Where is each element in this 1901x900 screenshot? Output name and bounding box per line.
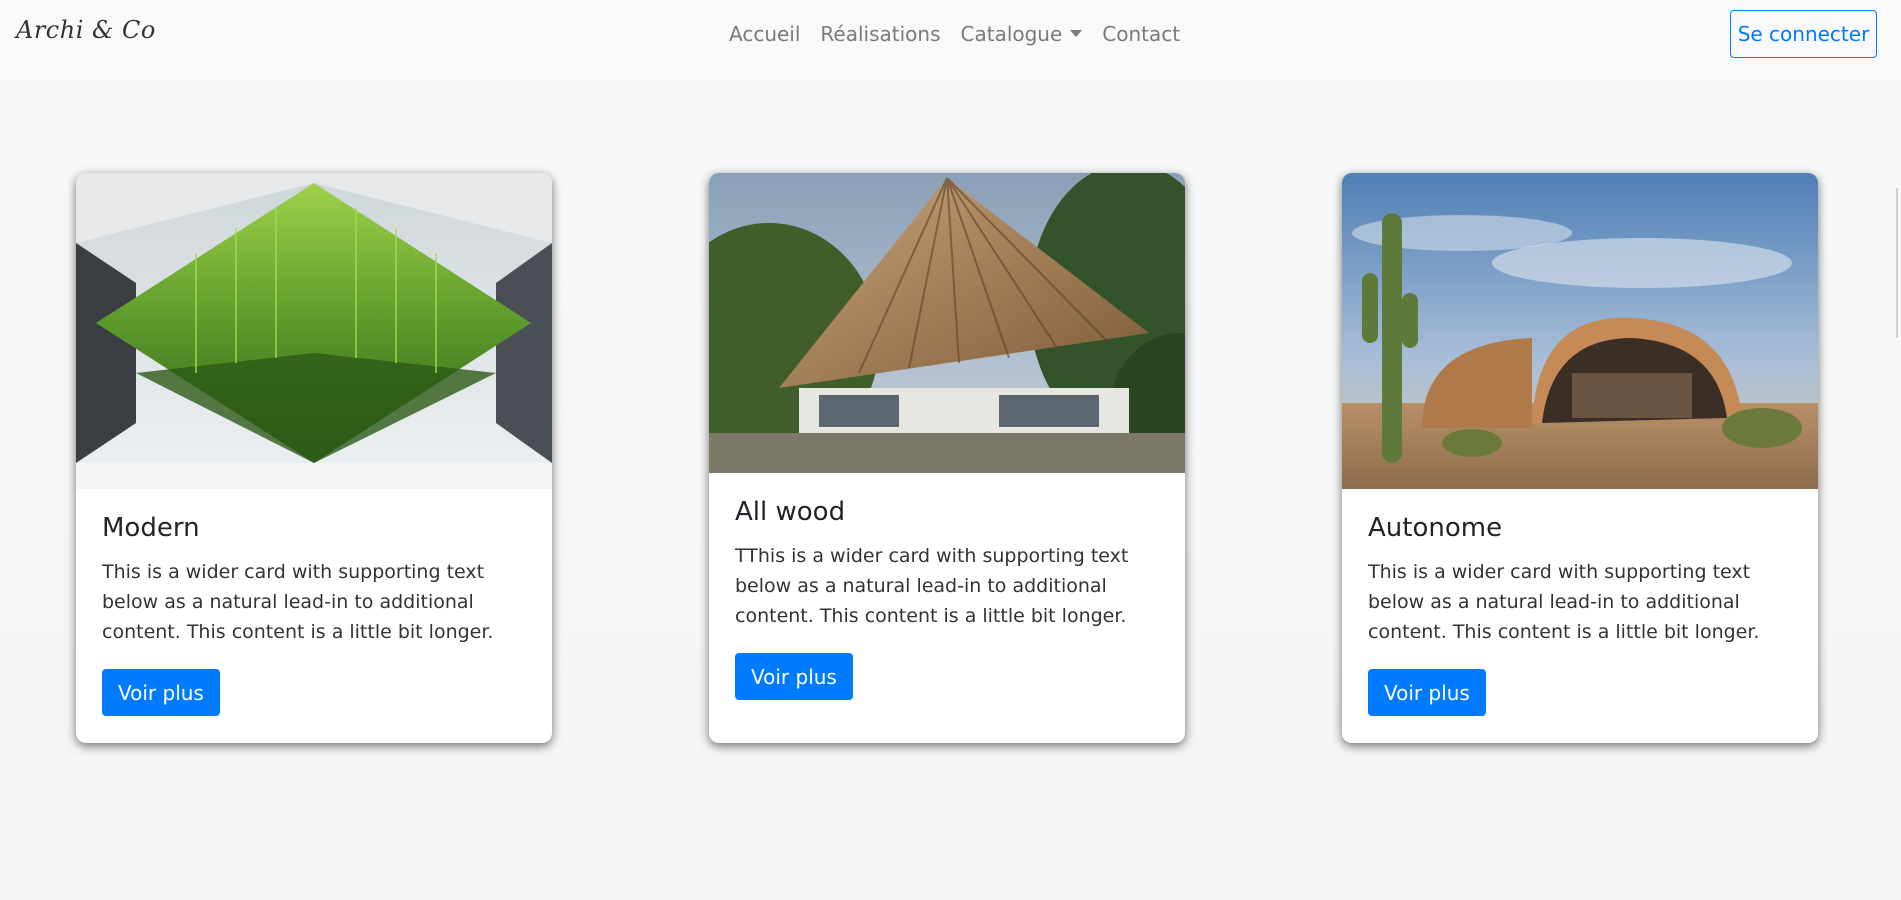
green-hanging-garden-photo	[76, 173, 552, 489]
card-body: Autonome This is a wider card with suppo…	[1342, 489, 1818, 740]
card-text: TThis is a wider card with supporting te…	[735, 545, 1129, 627]
nav-links: Accueil Réalisations Catalogue Contact	[729, 22, 1180, 46]
card-all-wood: All wood TThis is a wider card with supp…	[709, 173, 1185, 743]
navbar: Archi & Co Accueil Réalisations Catalogu…	[0, 0, 1901, 70]
card-title: Autonome	[1368, 513, 1503, 543]
voir-plus-button[interactable]: Voir plus	[102, 669, 220, 716]
desert-dome-house-photo	[1342, 173, 1818, 489]
caret-down-icon	[1070, 30, 1083, 37]
voir-plus-button[interactable]: Voir plus	[1368, 669, 1486, 716]
wooden-triangular-house-photo	[709, 173, 1185, 473]
nav-link-contact[interactable]: Contact	[1102, 22, 1180, 46]
login-button[interactable]: Se connecter	[1730, 10, 1877, 58]
card-modern: Modern This is a wider card with support…	[76, 173, 552, 743]
card-body: Modern This is a wider card with support…	[76, 489, 552, 740]
nav-link-accueil[interactable]: Accueil	[729, 22, 800, 46]
card-body: All wood TThis is a wider card with supp…	[709, 473, 1185, 724]
card-text: This is a wider card with supporting tex…	[1368, 561, 1760, 643]
scrollbar[interactable]	[1896, 188, 1898, 338]
voir-plus-button[interactable]: Voir plus	[735, 653, 853, 700]
card-autonome: Autonome This is a wider card with suppo…	[1342, 173, 1818, 743]
card-text: This is a wider card with supporting tex…	[102, 561, 494, 643]
brand-logo[interactable]: Archi & Co	[16, 16, 156, 44]
card-title: Modern	[102, 513, 200, 543]
nav-link-catalogue-label: Catalogue	[960, 22, 1063, 46]
nav-dropdown-catalogue[interactable]: Catalogue	[961, 22, 1083, 46]
card-title: All wood	[735, 497, 846, 527]
nav-link-realisations[interactable]: Réalisations	[820, 22, 940, 46]
